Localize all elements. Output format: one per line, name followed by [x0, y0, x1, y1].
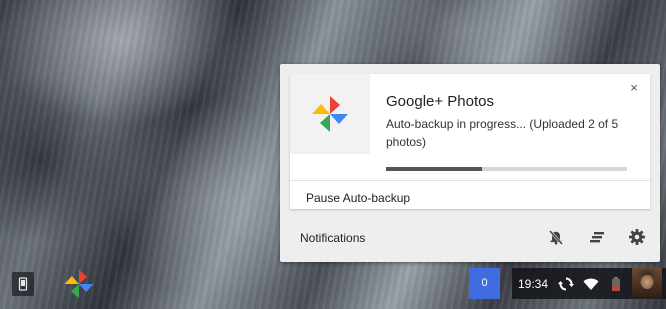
sync-icon [558, 277, 574, 291]
google-photos-pinwheel-icon [312, 96, 348, 132]
gear-icon[interactable] [627, 227, 647, 247]
notification-message: Auto-backup in progress... (Uploaded 2 o… [386, 117, 619, 149]
clear-all-icon[interactable] [587, 227, 607, 247]
desktop-wallpaper: Google+ Photos Auto-backup in progress..… [0, 0, 666, 309]
avatar[interactable] [632, 268, 662, 299]
notification-center: Google+ Photos Auto-backup in progress..… [280, 64, 660, 262]
notification-divider [290, 180, 650, 181]
close-icon[interactable]: × [626, 80, 642, 96]
bell-off-icon[interactable] [546, 227, 566, 247]
window-overview-button[interactable] [12, 272, 34, 296]
notifications-label: Notifications [300, 231, 366, 245]
google-photos-app-icon[interactable] [63, 268, 95, 300]
notification-title: Google+ Photos [386, 93, 494, 110]
phone-icon [18, 277, 28, 291]
clock-time: 19:34 [518, 277, 549, 291]
battery-icon [612, 277, 620, 291]
upload-progress-bar [386, 167, 627, 171]
notification-app-icon-box [290, 74, 370, 154]
notification-count-badge[interactable]: 0 [469, 268, 500, 299]
notification-card[interactable]: Google+ Photos Auto-backup in progress..… [290, 74, 650, 209]
wifi-icon [583, 278, 599, 290]
upload-progress-fill [386, 167, 483, 171]
pause-auto-backup-button[interactable]: Pause Auto-backup [306, 191, 410, 205]
